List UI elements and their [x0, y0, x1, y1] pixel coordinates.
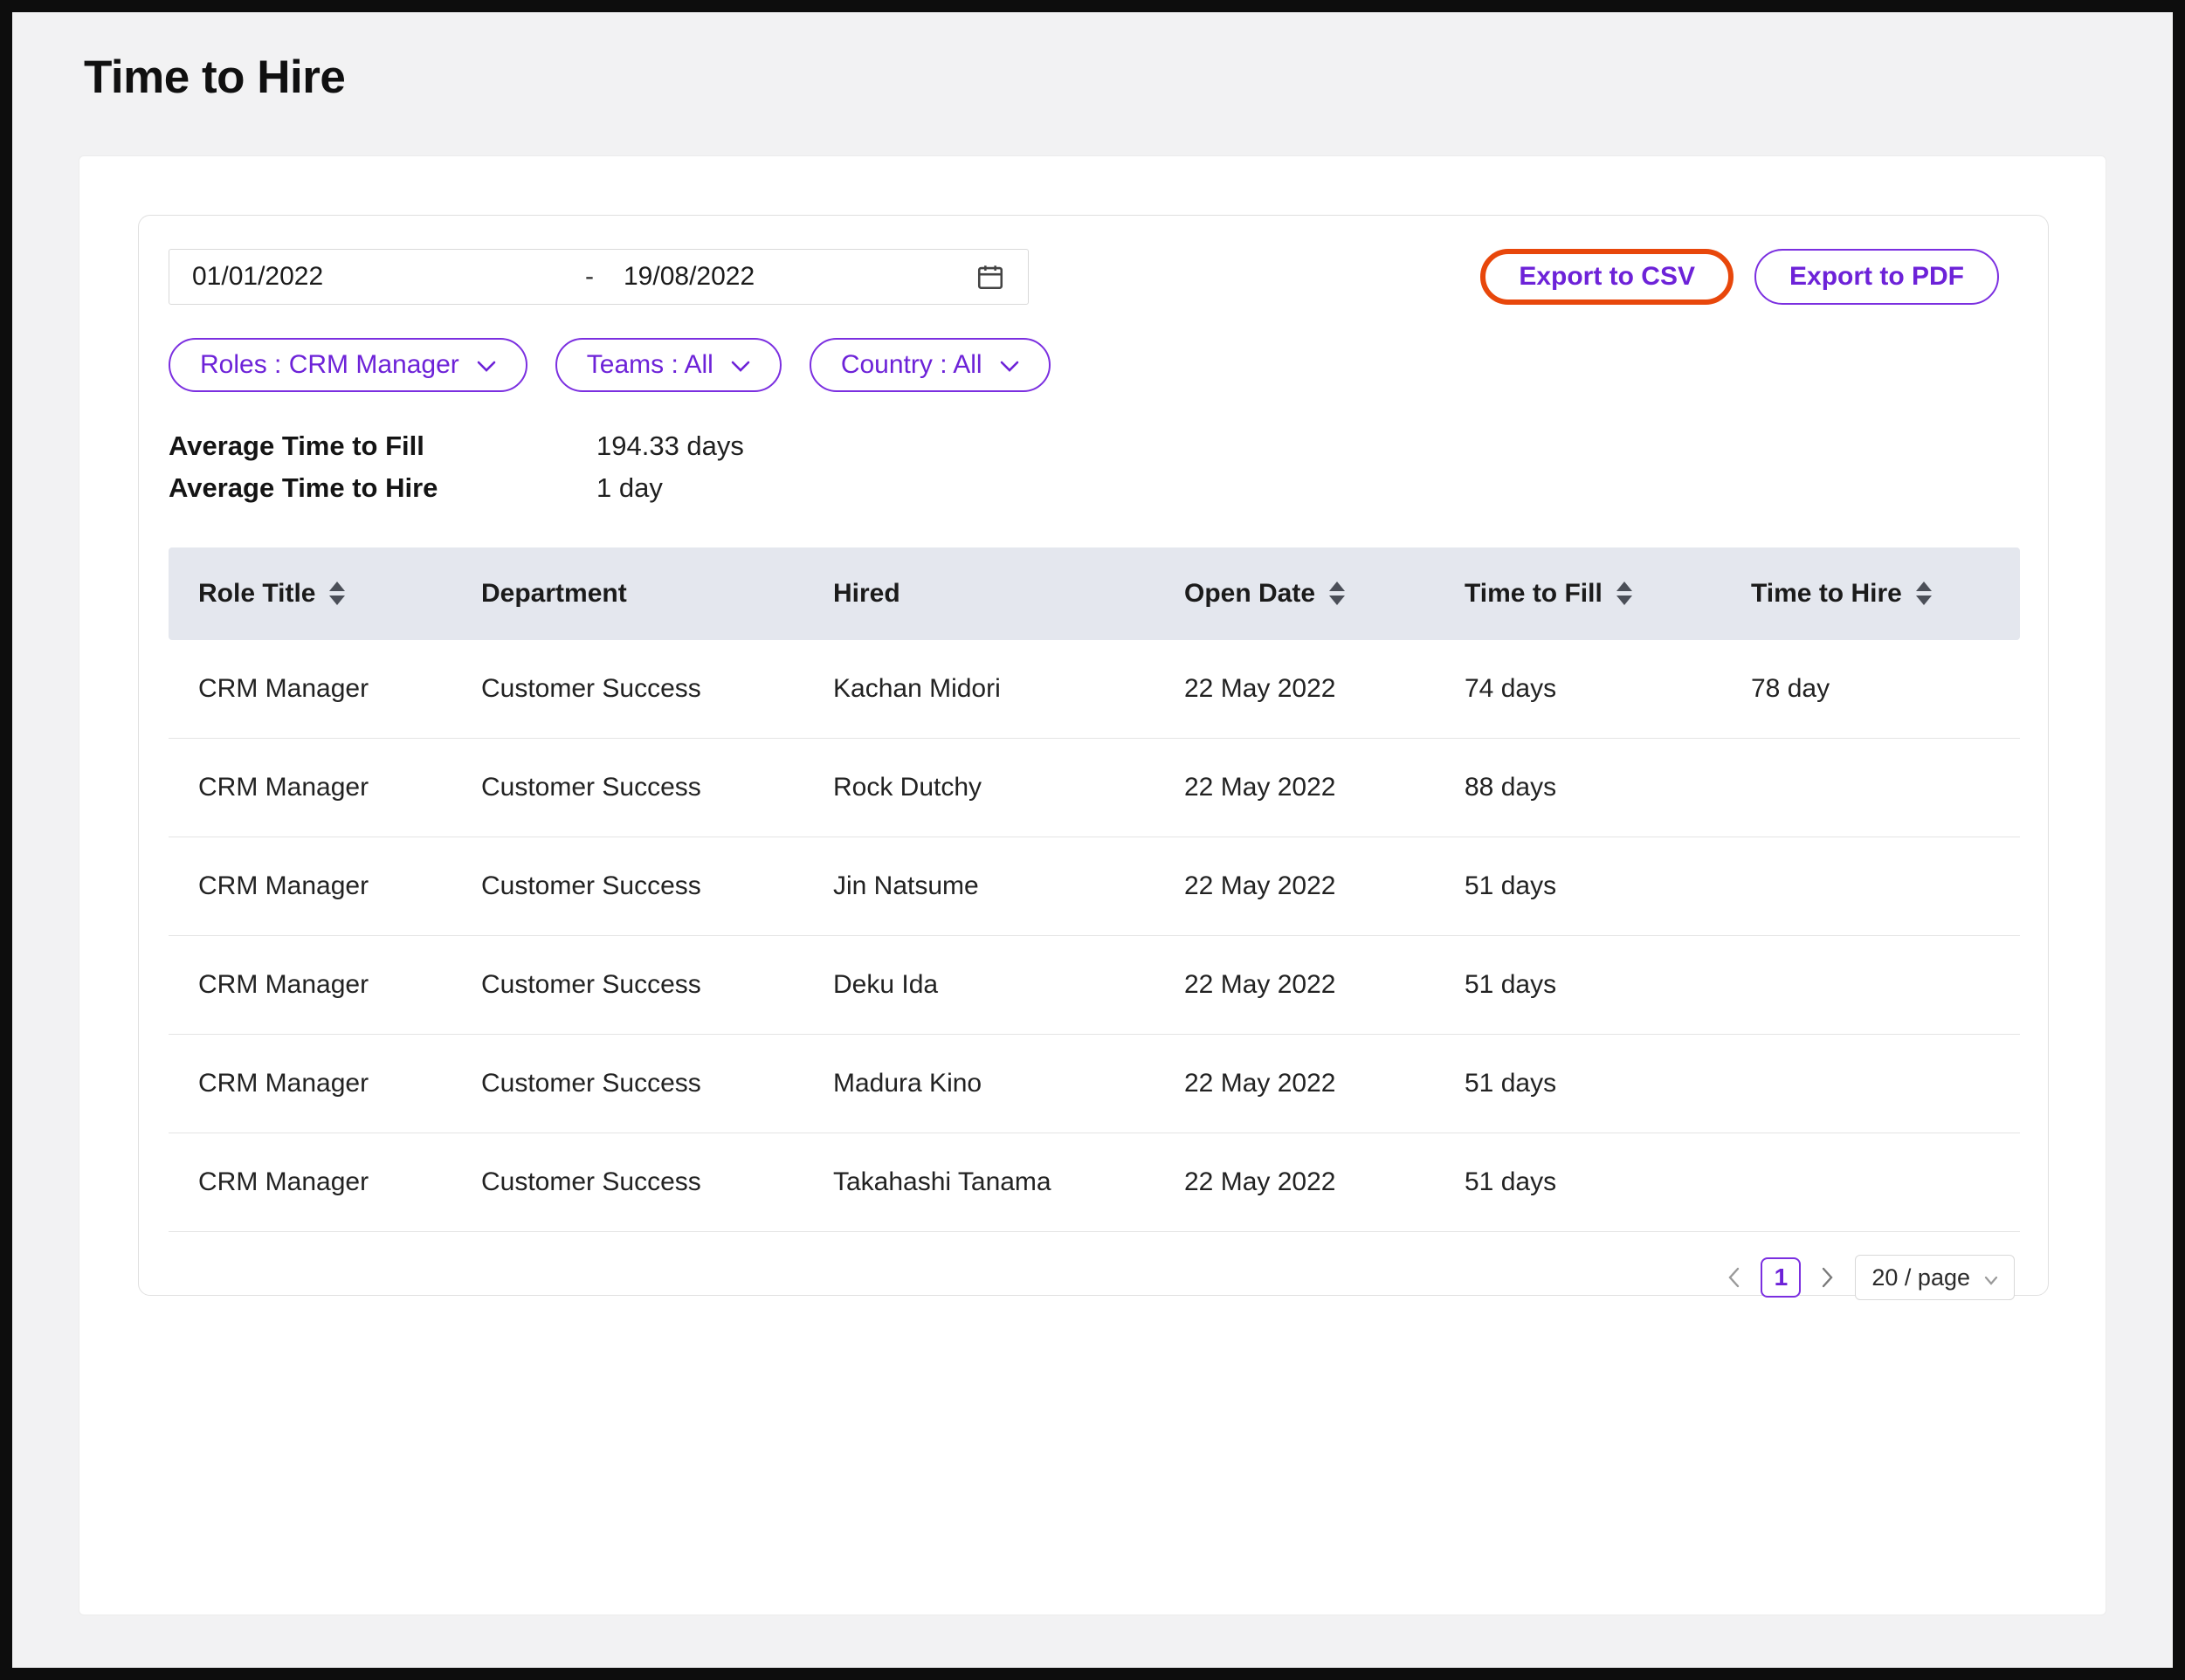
cell-time-to-fill: 51 days [1435, 1133, 1721, 1232]
export-csv-button[interactable]: Export to CSV [1480, 249, 1734, 305]
cell-time-to-hire [1721, 739, 2020, 837]
cell-role-title: CRM Manager [169, 1035, 451, 1133]
cell-hired: Madura Kino [803, 1035, 1155, 1133]
cell-hired: Takahashi Tanama [803, 1133, 1155, 1232]
sort-icon [1916, 582, 1932, 605]
date-range-separator: - [585, 262, 624, 292]
column-header-department: Department [451, 547, 803, 640]
cell-hired: Kachan Midori [803, 640, 1155, 739]
column-header-role-title[interactable]: Role Title [169, 547, 451, 640]
column-header-hired: Hired [803, 547, 1155, 640]
cell-role-title: CRM Manager [169, 1133, 451, 1232]
stat-label-time-to-fill: Average Time to Fill [169, 430, 596, 462]
cell-hired: Rock Dutchy [803, 739, 1155, 837]
stat-label-time-to-hire: Average Time to Hire [169, 472, 596, 504]
table-row: CRM Manager Customer Success Madura Kino… [169, 1035, 2020, 1133]
export-buttons: Export to CSV Export to PDF [1480, 249, 2018, 305]
table-row: CRM Manager Customer Success Deku Ida 22… [169, 936, 2020, 1035]
cell-time-to-hire [1721, 936, 2020, 1035]
page-size-select[interactable]: 20 / page [1855, 1255, 2015, 1300]
time-to-hire-page: { "page": { "title": "Time to Hire" }, "… [0, 0, 2185, 1680]
cell-department: Customer Success [451, 640, 803, 739]
summary-stats: Average Time to Fill 194.33 days Average… [169, 430, 2018, 504]
pagination: 1 20 / page [169, 1255, 2018, 1300]
date-range-start[interactable]: 01/01/2022 [192, 262, 585, 292]
column-header-open-date[interactable]: Open Date [1155, 547, 1435, 640]
report-card: 01/01/2022 - 19/08/2022 Export to CSV Ex… [79, 155, 2106, 1615]
filter-country-label: Country : All [841, 350, 982, 380]
sort-icon [329, 582, 345, 605]
page-title: Time to Hire [84, 51, 345, 104]
cell-open-date: 22 May 2022 [1155, 1035, 1435, 1133]
stat-value-time-to-hire: 1 day [596, 472, 2018, 504]
filter-country[interactable]: Country : All [810, 338, 1051, 392]
cell-department: Customer Success [451, 739, 803, 837]
cell-time-to-hire [1721, 837, 2020, 936]
chevron-down-icon [477, 350, 496, 380]
column-header-time-to-fill[interactable]: Time to Fill [1435, 547, 1721, 640]
sort-icon [1616, 582, 1632, 605]
chevron-down-icon [731, 350, 750, 380]
chevron-right-icon[interactable] [1820, 1266, 1836, 1289]
column-header-time-to-hire[interactable]: Time to Hire [1721, 547, 2020, 640]
cell-time-to-hire: 78 day [1721, 640, 2020, 739]
cell-department: Customer Success [451, 1035, 803, 1133]
stat-value-time-to-fill: 194.33 days [596, 430, 2018, 462]
cell-time-to-hire [1721, 1133, 2020, 1232]
table-row: CRM Manager Customer Success Jin Natsume… [169, 837, 2020, 936]
chevron-left-icon[interactable] [1726, 1266, 1741, 1289]
calendar-icon[interactable] [975, 262, 1005, 292]
date-range-end[interactable]: 19/08/2022 [624, 262, 975, 292]
cell-time-to-hire [1721, 1035, 2020, 1133]
cell-role-title: CRM Manager [169, 837, 451, 936]
chevron-down-icon [1984, 1264, 1998, 1291]
cell-open-date: 22 May 2022 [1155, 936, 1435, 1035]
chevron-down-icon [1000, 350, 1019, 380]
date-range-picker[interactable]: 01/01/2022 - 19/08/2022 [169, 249, 1029, 305]
page-size-label: 20 / page [1871, 1264, 1970, 1291]
filter-teams-label: Teams : All [587, 350, 713, 380]
cell-time-to-fill: 51 days [1435, 1035, 1721, 1133]
pagination-page-1[interactable]: 1 [1761, 1257, 1801, 1298]
filter-roles[interactable]: Roles : CRM Manager [169, 338, 527, 392]
table-row: CRM Manager Customer Success Rock Dutchy… [169, 739, 2020, 837]
export-pdf-button[interactable]: Export to PDF [1754, 249, 1999, 305]
time-to-hire-table: Role Title Department Hired Open Date Ti… [169, 547, 2020, 1232]
cell-department: Customer Success [451, 1133, 803, 1232]
cell-hired: Deku Ida [803, 936, 1155, 1035]
cell-open-date: 22 May 2022 [1155, 837, 1435, 936]
filter-bar: Roles : CRM Manager Teams : All Country … [169, 338, 2018, 392]
table-row: CRM Manager Customer Success Takahashi T… [169, 1133, 2020, 1232]
table-row: CRM Manager Customer Success Kachan Mido… [169, 640, 2020, 739]
cell-time-to-fill: 51 days [1435, 936, 1721, 1035]
cell-role-title: CRM Manager [169, 739, 451, 837]
sort-icon [1329, 582, 1345, 605]
cell-time-to-fill: 51 days [1435, 837, 1721, 936]
cell-open-date: 22 May 2022 [1155, 1133, 1435, 1232]
toolbar: 01/01/2022 - 19/08/2022 Export to CSV Ex… [169, 249, 2018, 305]
filter-roles-label: Roles : CRM Manager [200, 350, 459, 380]
cell-hired: Jin Natsume [803, 837, 1155, 936]
cell-open-date: 22 May 2022 [1155, 739, 1435, 837]
report-panel: 01/01/2022 - 19/08/2022 Export to CSV Ex… [138, 215, 2049, 1296]
cell-time-to-fill: 88 days [1435, 739, 1721, 837]
cell-time-to-fill: 74 days [1435, 640, 1721, 739]
cell-role-title: CRM Manager [169, 936, 451, 1035]
filter-teams[interactable]: Teams : All [555, 338, 782, 392]
cell-open-date: 22 May 2022 [1155, 640, 1435, 739]
cell-role-title: CRM Manager [169, 640, 451, 739]
cell-department: Customer Success [451, 936, 803, 1035]
table-header-row: Role Title Department Hired Open Date Ti… [169, 547, 2020, 640]
cell-department: Customer Success [451, 837, 803, 936]
